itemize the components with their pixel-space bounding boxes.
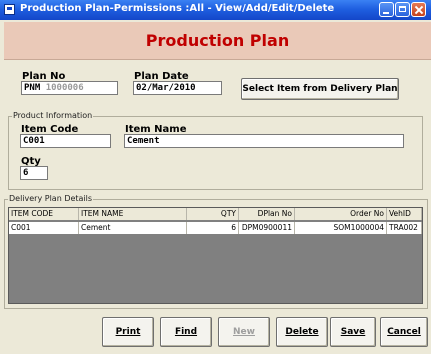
- cell-dplan-no: DPM0900011: [239, 222, 295, 234]
- select-from-delivery-plan-button[interactable]: Select Item from Delivery Plan: [241, 78, 399, 100]
- page-title: Production Plan: [145, 31, 290, 50]
- cell-item-code: C001: [9, 222, 79, 234]
- new-button[interactable]: New: [218, 317, 270, 347]
- cell-qty: 6: [187, 222, 239, 234]
- plan-no-value: 1000006: [45, 83, 84, 93]
- qty-field[interactable]: 6: [20, 166, 48, 180]
- product-information-title: Product Information: [12, 111, 94, 120]
- find-button[interactable]: Find: [160, 317, 212, 347]
- column-header-item-name[interactable]: ITEM NAME: [79, 208, 187, 220]
- plan-date-field[interactable]: 02/Mar/2010: [133, 81, 222, 95]
- column-header-dplan-no[interactable]: DPlan No: [239, 208, 295, 220]
- item-code-field[interactable]: C001: [20, 134, 111, 148]
- close-icon[interactable]: [411, 2, 426, 17]
- production-plan-window: Production Plan-Permissions :All - View/…: [0, 0, 431, 354]
- plan-no-field[interactable]: PNM 1000006: [21, 81, 118, 95]
- column-header-order-no[interactable]: Order No: [295, 208, 387, 220]
- delivery-plan-details-title: Delivery Plan Details: [8, 194, 94, 203]
- form-header: Production Plan: [4, 22, 431, 60]
- save-button[interactable]: Save: [330, 317, 376, 347]
- column-header-vehid[interactable]: VehID: [387, 208, 422, 220]
- maximize-icon[interactable]: [395, 2, 410, 17]
- print-button[interactable]: Print: [102, 317, 154, 347]
- cell-item-name: Cement: [79, 222, 187, 234]
- column-header-qty[interactable]: QTY: [187, 208, 239, 220]
- window-title: Production Plan-Permissions :All - View/…: [20, 3, 335, 14]
- table-row[interactable]: C001 Cement 6 DPM0900011 SOM1000004 TRA0…: [9, 222, 422, 234]
- app-icon[interactable]: [4, 4, 15, 15]
- column-header-item-code[interactable]: ITEM CODE: [9, 208, 79, 220]
- cell-order-no: SOM1000004: [295, 222, 387, 234]
- plan-no-prefix: PNM: [24, 83, 41, 93]
- delivery-plan-grid[interactable]: ITEM CODE ITEM NAME QTY DPlan No Order N…: [8, 207, 423, 304]
- cell-vehid: TRA002: [387, 222, 422, 234]
- title-bar[interactable]: Production Plan-Permissions :All - View/…: [0, 0, 431, 20]
- minimize-icon[interactable]: [379, 2, 394, 17]
- grid-header-row: ITEM CODE ITEM NAME QTY DPlan No Order N…: [9, 208, 422, 220]
- cancel-button[interactable]: Cancel: [380, 317, 428, 347]
- item-name-field[interactable]: Cement: [124, 134, 404, 148]
- delete-button[interactable]: Delete: [276, 317, 328, 347]
